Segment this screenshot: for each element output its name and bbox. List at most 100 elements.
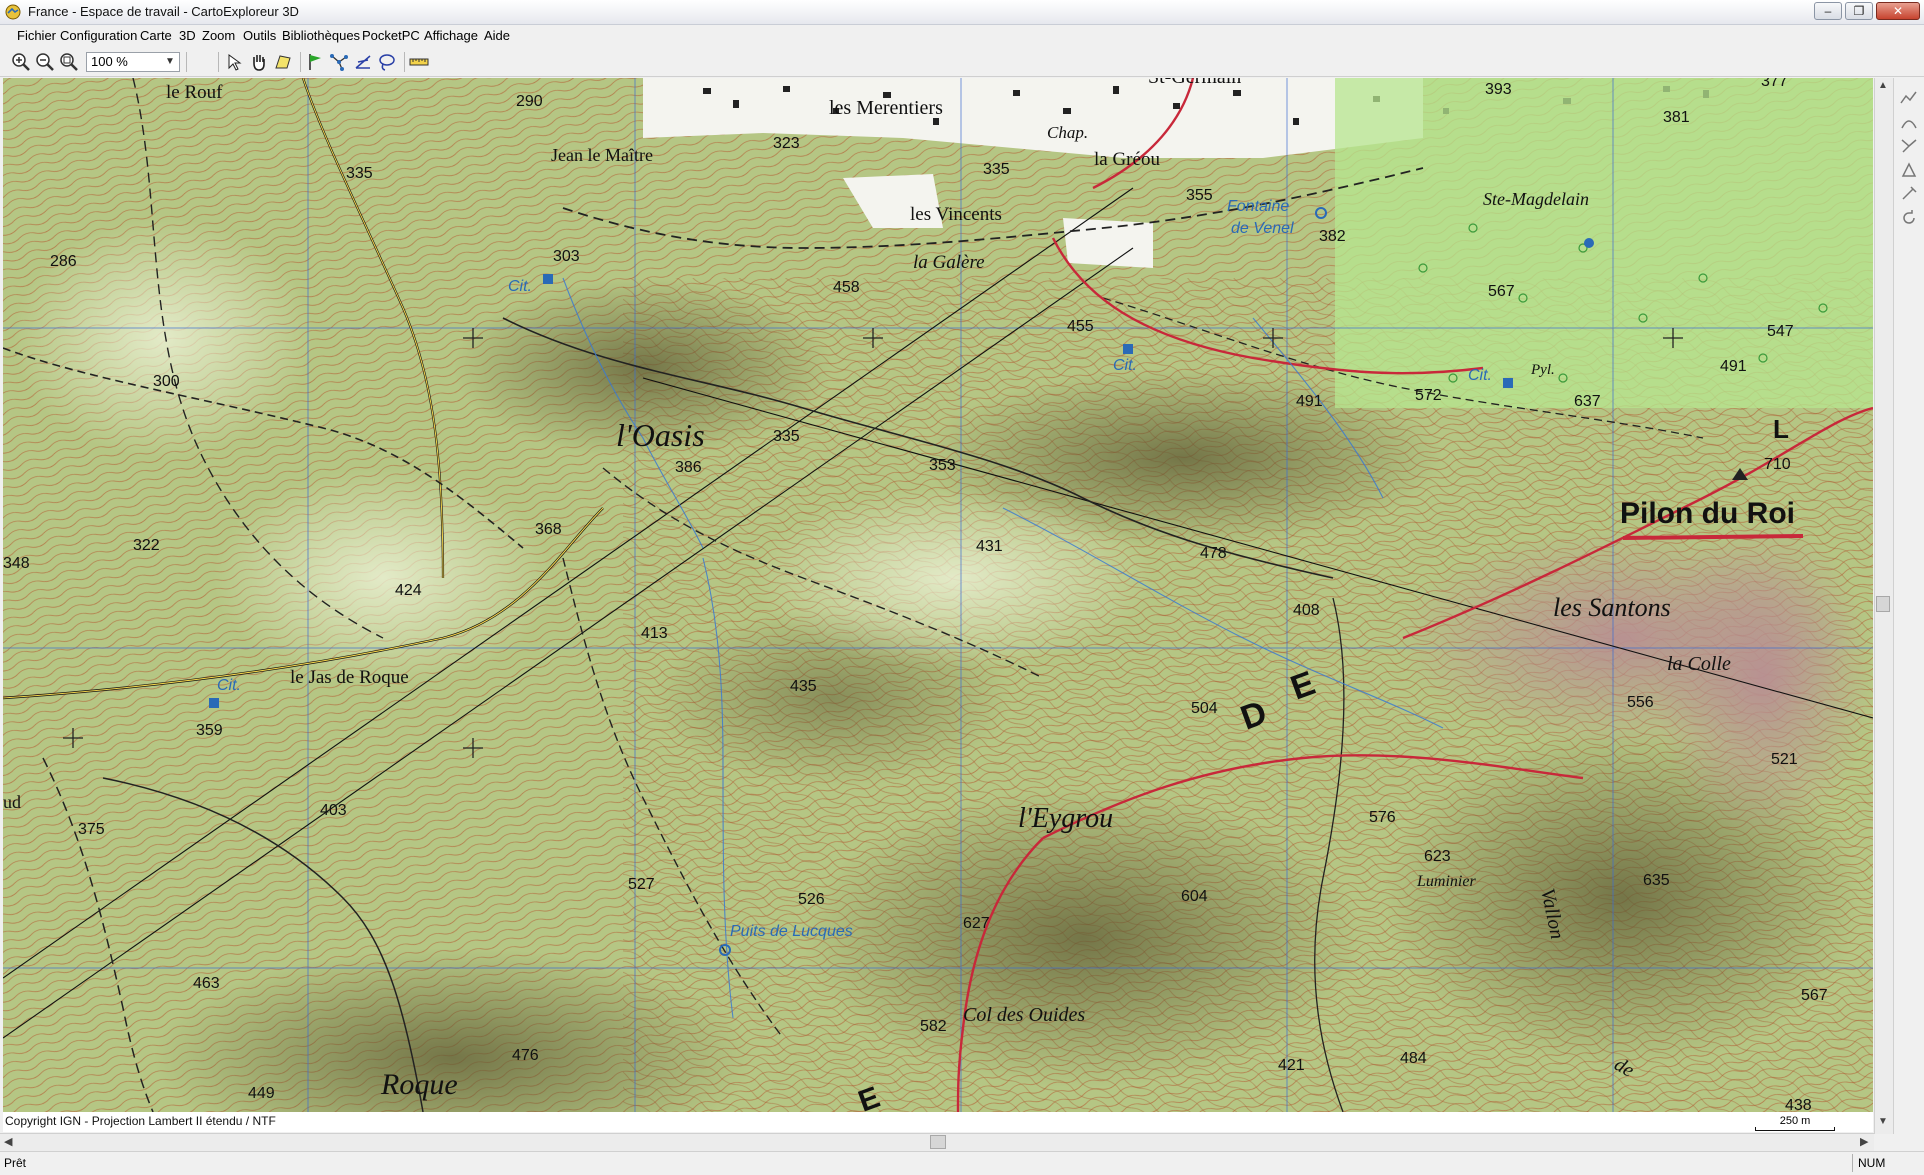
water-label: Cit. xyxy=(508,278,532,295)
altitude-label: 504 xyxy=(1191,700,1218,717)
altitude-label: 547 xyxy=(1767,323,1794,340)
zoom-fit-icon[interactable] xyxy=(58,51,80,73)
topographic-map[interactable]: le Rouf les Merentiers Jean le Maître Ch… xyxy=(3,78,1873,1112)
refresh-icon[interactable] xyxy=(1899,208,1919,228)
altitude-label: 335 xyxy=(346,165,373,182)
scroll-down-icon[interactable]: ▼ xyxy=(1876,1116,1890,1130)
scroll-right-icon[interactable]: ▶ xyxy=(1860,1135,1868,1148)
altitude-label: 431 xyxy=(976,538,1003,555)
place-label: Roque xyxy=(380,1068,458,1101)
copyright-text: Copyright IGN - Projection Lambert II ét… xyxy=(5,1114,276,1128)
map-canvas[interactable]: le Rouf les Merentiers Jean le Maître Ch… xyxy=(3,78,1873,1112)
flag-icon[interactable] xyxy=(304,51,326,73)
place-label: les Vincents xyxy=(910,204,1002,225)
scale-line xyxy=(1755,1127,1835,1131)
toolbar-separator xyxy=(218,52,219,72)
well-icon xyxy=(1503,378,1513,388)
minimize-button[interactable]: – xyxy=(1814,2,1842,20)
menu-affichage[interactable]: Affichage xyxy=(424,28,478,43)
place-label: les Merentiers xyxy=(829,97,943,119)
relief-light xyxy=(753,488,1153,668)
menu-pocketpc[interactable]: PocketPC xyxy=(362,28,420,43)
altitude-label: 438 xyxy=(1785,1097,1812,1112)
place-label: la Gréou xyxy=(1094,149,1160,170)
place-label: le Rouf xyxy=(166,82,223,103)
well-icon xyxy=(209,698,219,708)
num-lock-indicator: NUM xyxy=(1858,1156,1886,1170)
maximize-icon: ❐ xyxy=(1853,4,1865,18)
close-icon: ✕ xyxy=(1892,4,1904,18)
place-label: la Galère xyxy=(913,252,985,273)
place-label: l'Oasis xyxy=(616,417,705,453)
altitude-label: 527 xyxy=(628,876,655,893)
menu-outils[interactable]: Outils xyxy=(243,28,276,43)
zoom-in-icon[interactable] xyxy=(10,51,32,73)
scroll-up-icon[interactable]: ▲ xyxy=(1876,80,1890,94)
zoom-level-value: 100 % xyxy=(91,54,128,69)
status-bar: Prêt NUM xyxy=(0,1151,1924,1175)
title-bar: France - Espace de travail - CartoExplor… xyxy=(0,0,1924,25)
chevron-down-icon: ▼ xyxy=(165,56,175,67)
altitude-label: 413 xyxy=(641,625,668,642)
water-label: Cit. xyxy=(217,677,241,694)
altitude-label: 408 xyxy=(1293,602,1320,619)
close-button[interactable]: ✕ xyxy=(1876,2,1920,20)
lasso-icon[interactable] xyxy=(376,51,398,73)
altitude-label: 463 xyxy=(193,975,220,992)
minimize-icon: – xyxy=(1824,4,1832,18)
horizontal-scroll-thumb[interactable] xyxy=(930,1135,946,1149)
place-label: ud xyxy=(3,792,21,812)
region-letter: L xyxy=(1773,414,1789,444)
zoom-level-select[interactable]: 100 % ▼ xyxy=(86,52,180,72)
zoom-out-icon[interactable] xyxy=(34,51,56,73)
altitude-label: 491 xyxy=(1720,358,1747,375)
menu-zoom[interactable]: Zoom xyxy=(202,28,235,43)
toolbar-separator xyxy=(300,52,301,72)
menu-bibliotheques[interactable]: Bibliothèques xyxy=(282,28,360,43)
altitude-label: 403 xyxy=(320,802,347,819)
altitude-label: 323 xyxy=(773,135,800,152)
vertical-scroll-thumb[interactable] xyxy=(1876,596,1890,612)
altitude-label: 335 xyxy=(773,428,800,445)
altitude-label: 435 xyxy=(790,678,817,695)
place-label: Chap. xyxy=(1047,123,1088,142)
edit-tool-icon[interactable] xyxy=(1899,184,1919,204)
menu-aide[interactable]: Aide xyxy=(484,28,510,43)
altitude-label: 484 xyxy=(1400,1050,1427,1067)
rock-area xyxy=(1653,518,1873,838)
toolbar-separator xyxy=(186,52,187,72)
select-icon[interactable] xyxy=(224,51,246,73)
water-label: Cit. xyxy=(1468,367,1492,384)
altitude-label: 375 xyxy=(78,821,105,838)
menu-3d[interactable]: 3D xyxy=(179,28,196,43)
altitude-label: 556 xyxy=(1627,694,1654,711)
altitude-label: 478 xyxy=(1200,545,1227,562)
toolbar: 100 % ▼ xyxy=(0,48,1924,77)
ruler-icon[interactable] xyxy=(408,51,430,73)
altitude-label: 491 xyxy=(1296,393,1323,410)
hand-pan-icon[interactable] xyxy=(248,51,270,73)
menu-fichier[interactable]: Fichier xyxy=(17,28,56,43)
altitude-label: 290 xyxy=(516,93,543,110)
altitude-label: 322 xyxy=(133,537,160,554)
measure-angle-icon[interactable] xyxy=(352,51,374,73)
place-label: la Colle xyxy=(1667,653,1731,675)
water-label: Fontaine xyxy=(1227,198,1289,215)
scroll-left-icon[interactable]: ◀ xyxy=(4,1135,12,1148)
well-icon xyxy=(543,274,553,284)
status-separator xyxy=(1852,1154,1853,1172)
curve-tool-icon[interactable] xyxy=(1899,112,1919,132)
altitude-label: 582 xyxy=(920,1018,947,1035)
well-icon xyxy=(1584,238,1594,248)
place-label: les Santons xyxy=(1553,593,1671,622)
menu-configuration[interactable]: Configuration xyxy=(60,28,137,43)
area-icon[interactable] xyxy=(272,51,294,73)
place-label: Jean le Maître xyxy=(551,145,653,165)
maximize-button[interactable]: ❐ xyxy=(1845,2,1873,20)
altitude-label: 637 xyxy=(1574,393,1601,410)
route-icon[interactable] xyxy=(328,51,350,73)
menu-carte[interactable]: Carte xyxy=(140,28,172,43)
profile-tool-icon[interactable] xyxy=(1899,88,1919,108)
track-tool-icon[interactable] xyxy=(1899,136,1919,156)
waypoint-tool-icon[interactable] xyxy=(1899,160,1919,180)
